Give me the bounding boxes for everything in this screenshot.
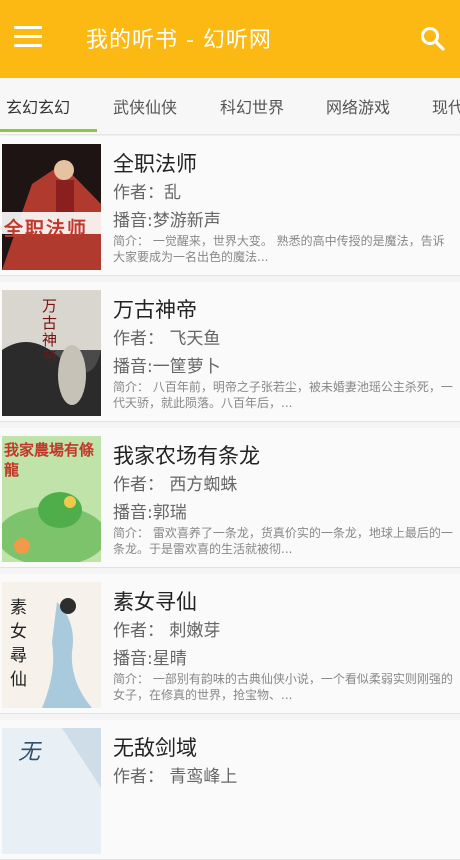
app-bar: 我的听书 - 幻听网 [0, 0, 460, 78]
tab-indicator [0, 129, 97, 132]
book-cover: 无 [2, 728, 101, 854]
list-item[interactable]: 素女尋仙 素女寻仙 作者： 刺嫩芽 播音:星晴 简介： 一部别有韵味的古典仙侠小… [0, 574, 460, 714]
book-narrator: 播音:星晴 [113, 649, 187, 669]
search-icon[interactable] [420, 26, 446, 52]
list-item[interactable]: 万古神帝 万古神帝 作者： 飞天鱼 播音:一筐萝卜 简介： 八百年前，明帝之子张… [0, 282, 460, 422]
book-cover: 全职法师 [2, 144, 101, 270]
category-tabs: 玄幻玄幻 武侠仙侠 科幻世界 网络游戏 现代 [0, 78, 460, 134]
tab-xuanhuan[interactable]: 玄幻玄幻 [6, 94, 70, 118]
list-item[interactable]: 全职法师 全职法师 作者：乱 播音:梦游新声 简介： 一觉醒来，世界大变。 熟悉… [0, 136, 460, 276]
tab-wangyou[interactable]: 网络游戏 [326, 94, 390, 118]
book-title: 全职法师 [113, 152, 197, 176]
book-cover: 万古神帝 [2, 290, 101, 416]
tab-xiandai[interactable]: 现代 [432, 94, 460, 118]
list-item[interactable]: 我家農場有條龍 我家农场有条龙 作者： 西方蜘蛛 播音:郭瑞 简介： 雷欢喜养了… [0, 428, 460, 568]
book-intro: 简介： 一部别有韵味的古典仙侠小说，一个看似柔弱实则刚强的女子，在修真的世界，抢… [113, 672, 453, 702]
book-intro: 简介： 八百年前，明帝之子张若尘，被未婚妻池瑶公主杀死，一代天骄，就此陨落。八百… [113, 380, 453, 410]
book-narrator: 播音:梦游新声 [113, 211, 221, 231]
cover-title-text: 无 [18, 740, 41, 765]
cover-title-text: 素女尋仙 [10, 598, 27, 690]
cover-title-text: 万古神帝 [42, 297, 58, 366]
book-author: 作者：乱 [113, 183, 181, 203]
page-title: 我的听书 - 幻听网 [86, 28, 272, 53]
book-intro: 简介： 一觉醒来，世界大变。 熟悉的高中传授的是魔法，告诉大家要成为一名出色的魔… [113, 234, 445, 264]
book-author: 作者： 飞天鱼 [113, 329, 221, 349]
book-narrator: 播音:郭瑞 [113, 503, 187, 523]
book-title: 万古神帝 [113, 298, 197, 322]
book-author: 作者： 刺嫩芽 [113, 621, 221, 641]
menu-icon[interactable] [14, 26, 42, 50]
book-narrator: 播音:一筐萝卜 [113, 357, 221, 377]
book-cover: 素女尋仙 [2, 582, 101, 708]
book-title: 无敌剑域 [113, 736, 197, 760]
cover-title-text: 全职法师 [4, 218, 89, 240]
book-author: 作者： 西方蜘蛛 [113, 475, 238, 495]
book-intro: 简介： 雷欢喜养了一条龙，货真价实的一条龙，地球上最后的一条龙。于是雷欢喜的生活… [113, 526, 453, 556]
cover-title-text: 我家農場有條龍 [4, 441, 95, 479]
tab-kehuan[interactable]: 科幻世界 [220, 94, 284, 118]
book-title: 我家农场有条龙 [113, 444, 260, 468]
book-cover: 我家農場有條龍 [2, 436, 101, 562]
tab-wuxia[interactable]: 武侠仙侠 [113, 94, 177, 118]
book-title: 素女寻仙 [113, 590, 197, 614]
list-item[interactable]: 无 无敌剑域 作者： 青鸾峰上 [0, 720, 460, 860]
book-author: 作者： 青鸾峰上 [113, 767, 238, 787]
